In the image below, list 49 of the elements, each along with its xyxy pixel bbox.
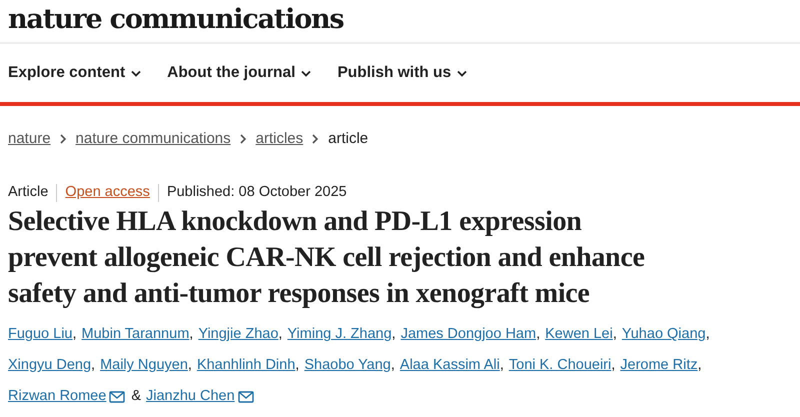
chevron-down-icon	[131, 70, 142, 76]
author-separator: &	[131, 387, 141, 406]
author-link[interactable]: Yingjie Zhao	[198, 324, 278, 346]
breadcrumb-link[interactable]: articles	[256, 128, 304, 150]
author-separator: ,	[500, 356, 504, 376]
site-logo[interactable]: nature communications	[0, 0, 800, 42]
author-link[interactable]: Alaa Kassim Ali	[400, 355, 500, 378]
author-link[interactable]: Xingyu Deng	[8, 355, 92, 378]
author-link[interactable]: Fuguo Liu	[8, 324, 72, 346]
nav-menu-button[interactable]: About the journal	[167, 61, 312, 85]
author-link[interactable]: Jianzhu Chen	[146, 386, 235, 408]
nav-menu-button[interactable]: Explore content	[8, 61, 142, 85]
chevron-right-icon	[240, 134, 247, 144]
author-link[interactable]: Jerome Ritz	[620, 355, 698, 378]
publication-date: Published: 08 October 2025	[166, 183, 347, 202]
author-separator: ,	[189, 325, 194, 344]
author-separator: ,	[611, 356, 616, 376]
author-separator: ,	[706, 325, 710, 344]
breadcrumb-link[interactable]: nature communications	[76, 128, 231, 150]
author-link[interactable]: Khanhlinh Dinh	[196, 355, 296, 378]
article-type: Article	[8, 183, 48, 202]
author-separator: ,	[188, 356, 192, 376]
chevron-down-icon	[301, 70, 312, 76]
open-access-link[interactable]: Open access	[65, 182, 150, 204]
breadcrumb-link[interactable]: nature	[8, 128, 51, 150]
author-link[interactable]: Yuhao Qiang	[622, 324, 706, 346]
author-link[interactable]: Yiming J. Zhang	[287, 324, 392, 346]
author-separator: ,	[536, 325, 540, 344]
author-link[interactable]: Maily Nguyen	[100, 355, 188, 378]
chevron-right-icon	[60, 134, 67, 144]
author-separator: ,	[698, 356, 702, 376]
chevron-right-icon	[312, 134, 320, 144]
author-link[interactable]: Mubin Tarannum	[82, 324, 190, 346]
author-link[interactable]: Rizwan Romee	[8, 386, 106, 408]
author-separator: ,	[278, 325, 282, 344]
author-link[interactable]: Toni K. Choueiri	[508, 355, 612, 378]
author-separator: ,	[392, 325, 396, 344]
author-separator: ,	[91, 356, 96, 376]
author-link[interactable]: Kewen Lei	[545, 324, 613, 346]
nav-menu-button[interactable]: Publish with us	[337, 61, 468, 85]
author-separator: ,	[612, 325, 617, 344]
chevron-down-icon	[457, 70, 468, 76]
author-separator: ,	[390, 356, 395, 376]
author-separator: ,	[295, 356, 300, 376]
article-title: Selective HLA knockdown and PD-L1 expression prevent allogeneic CAR-NK cell rejection and enhance safety and anti-tumor responses in xenograft mice	[7, 204, 646, 311]
author-link[interactable]: James Dongjoo Ham	[400, 324, 536, 346]
breadcrumb-current: article	[328, 129, 368, 149]
author-link[interactable]: Shaobo Yang	[304, 355, 391, 378]
author-separator: ,	[72, 325, 77, 344]
